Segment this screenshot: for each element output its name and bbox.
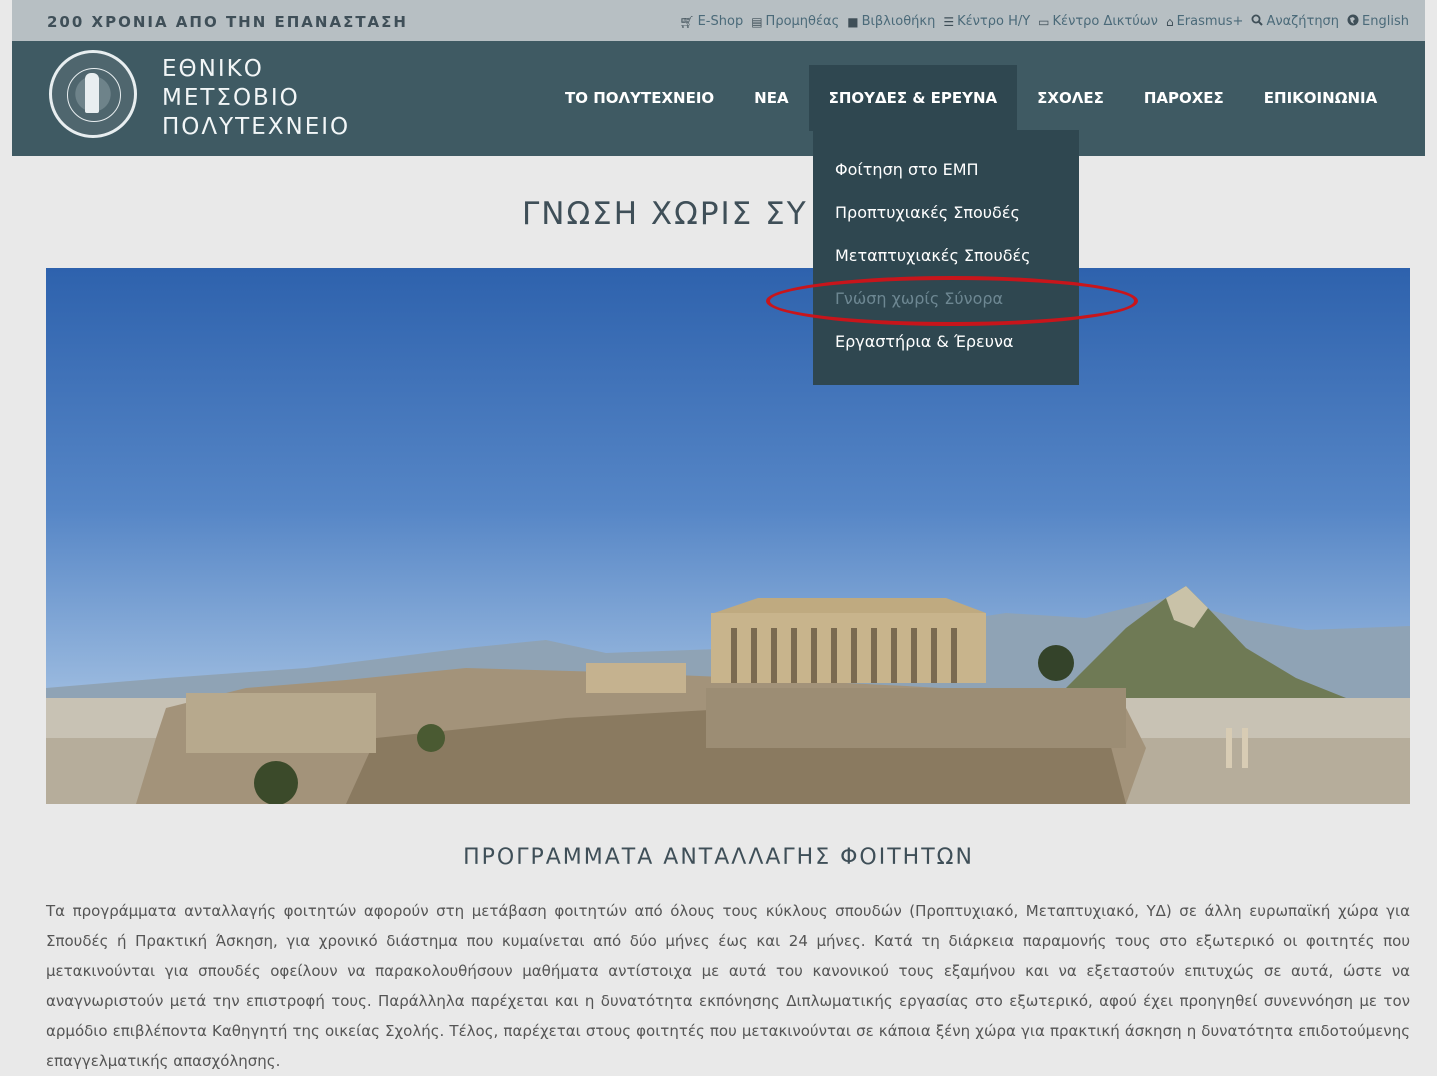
book-icon: ■ xyxy=(847,14,859,29)
university-name-line: ΕΘΝΙΚΟ xyxy=(162,56,264,82)
utility-link-label: Αναζήτηση xyxy=(1266,14,1340,29)
institution-icon: ⌂ xyxy=(1165,14,1174,29)
dropdown-item-studying-at-ntua[interactable]: Φοίτηση στο ΕΜΠ xyxy=(835,160,979,179)
section-heading: ΠΡΟΓΡΑΜΜΑΤΑ ΑΝΤΑΛΛΑΓΗΣ ΦΟΙΤΗΤΩΝ xyxy=(463,845,974,870)
hero-image-acropolis xyxy=(46,268,1410,804)
server-icon: ☰ xyxy=(943,14,955,29)
utility-link-label: Βιβλιοθήκη xyxy=(861,14,936,29)
nav-item-studies-research[interactable]: ΣΠΟΥΔΕΣ & ΕΡΕΥΝΑ xyxy=(808,65,1018,131)
nav-item-schools[interactable]: ΣΧΟΛΕΣ xyxy=(1017,65,1124,131)
utility-link-erasmus[interactable]: ⌂ Erasmus+ xyxy=(1166,14,1244,29)
utility-link-library[interactable]: ■ Βιβλιοθήκη xyxy=(847,14,935,29)
dropdown-item-postgraduate-studies[interactable]: Μεταπτυχιακές Σπουδές xyxy=(835,246,1031,265)
utility-link-label: E-Shop xyxy=(697,14,744,29)
nav-item-news[interactable]: ΝΕΑ xyxy=(734,65,808,131)
university-name-line: ΠΟΛΥΤΕΧΝΕΙΟ xyxy=(162,114,351,140)
utility-link-label: Κέντρο Δικτύων xyxy=(1052,14,1158,29)
university-name[interactable]: ΕΘΝΙΚΟ ΜΕΤΣΟΒΙΟ ΠΟΛΥΤΕΧΝΕΙΟ xyxy=(162,55,350,142)
utility-link-label: Erasmus+ xyxy=(1176,14,1244,29)
dropdown-item-labs-research[interactable]: Εργαστήρια & Έρευνα xyxy=(835,332,1013,351)
red-highlight-ellipse xyxy=(766,276,1138,326)
utility-link-computer-center[interactable]: ☰ Κέντρο Η/Υ xyxy=(943,14,1030,29)
globe-icon xyxy=(1347,14,1359,29)
nav-item-contact[interactable]: ΕΠΙΚΟΙΝΩΝΙΑ xyxy=(1244,65,1397,131)
network-icon: ▭ xyxy=(1038,14,1050,29)
utility-link-prometheus[interactable]: ▤ Προμηθέας xyxy=(751,14,839,29)
utility-link-label: Προμηθέας xyxy=(765,14,840,29)
nav-item-services[interactable]: ΠΑΡΟΧΕΣ xyxy=(1124,65,1244,131)
utility-bar: 200 ΧΡΟΝΙΑ ΑΠΟ ΤΗΝ ΕΠΑΝΑΣΤΑΣΗ 🛒︎ E-Shop … xyxy=(12,0,1425,41)
page-title: ΓΝΩΣΗ ΧΩΡΙΣ ΣΥ xyxy=(522,196,808,232)
seal-figure xyxy=(85,73,99,113)
studies-research-dropdown: Φοίτηση στο ΕΜΠ Προπτυχιακές Σπουδές Μετ… xyxy=(813,130,1079,385)
utility-link-label: English xyxy=(1362,14,1409,29)
utility-link-eshop[interactable]: 🛒︎ E-Shop xyxy=(679,14,743,29)
utility-link-search[interactable]: Αναζήτηση xyxy=(1251,14,1339,29)
utility-link-label: Κέντρο Η/Υ xyxy=(957,14,1031,29)
dropdown-item-undergraduate-studies[interactable]: Προπτυχιακές Σπουδές xyxy=(835,203,1020,222)
university-name-line: ΜΕΤΣΟΒΙΟ xyxy=(162,85,300,111)
nav-item-university[interactable]: ΤΟ ΠΟΛΥΤΕΧΝΕΙΟ xyxy=(545,65,734,131)
search-icon xyxy=(1251,14,1264,29)
utility-link-english[interactable]: English xyxy=(1347,14,1409,29)
utility-link-network-center[interactable]: ▭ Κέντρο Δικτύων xyxy=(1038,14,1158,29)
utility-links: 🛒︎ E-Shop ▤ Προμηθέας ■ Βιβλιοθήκη ☰ Κέν… xyxy=(679,14,1409,29)
anniversary-slogan: 200 ΧΡΟΝΙΑ ΑΠΟ ΤΗΝ ΕΠΑΝΑΣΤΑΣΗ xyxy=(47,13,408,31)
section-body-text: Τα προγράμματα ανταλλαγής φοιτητών αφορο… xyxy=(46,902,1410,1070)
cart-icon: 🛒︎ xyxy=(679,14,695,29)
main-header: ΕΘΝΙΚΟ ΜΕΤΣΟΒΙΟ ΠΟΛΥΤΕΧΝΕΙΟ ΤΟ ΠΟΛΥΤΕΧΝΕ… xyxy=(12,41,1425,156)
newspaper-icon: ▤ xyxy=(751,14,763,29)
university-seal-logo[interactable] xyxy=(49,50,137,138)
